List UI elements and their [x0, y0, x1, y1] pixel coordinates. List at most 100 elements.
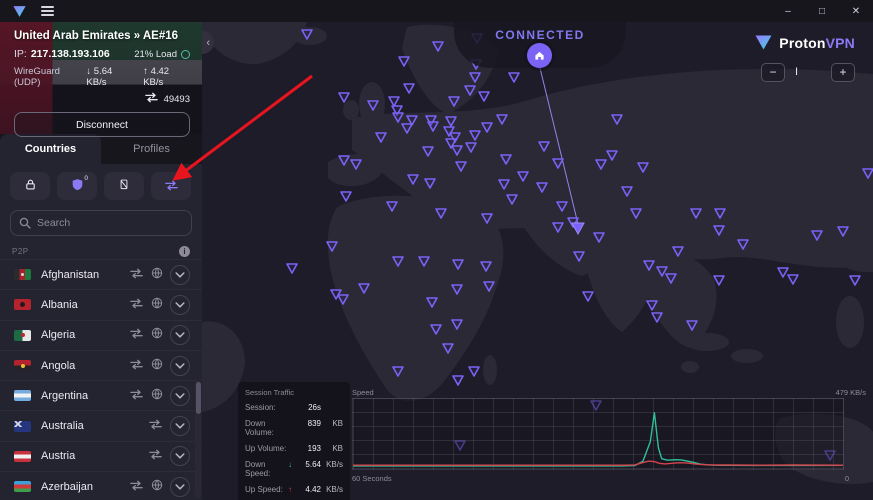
lock-icon	[24, 178, 37, 194]
session-traffic-title: Session Traffic	[245, 388, 343, 397]
tab-countries[interactable]: Countries	[0, 134, 101, 164]
home-icon	[534, 50, 545, 61]
speed-chart-max-label: 479 KB/s	[836, 388, 866, 397]
flag-icon-ar	[14, 390, 31, 401]
country-row-at[interactable]: Austria	[0, 441, 202, 471]
country-name: Australia	[41, 420, 84, 432]
country-name: Azerbaijan	[41, 481, 93, 493]
load-ring-icon	[181, 50, 190, 59]
kill-switch-button[interactable]	[104, 172, 144, 200]
session-stat-row: Session:26s	[245, 403, 343, 412]
countries-panel: 0 P2P i AfghanistanAlbaniaAlgeriaAngolaA…	[0, 164, 202, 500]
country-row-ao[interactable]: Angola	[0, 350, 202, 380]
ip-label: IP:	[14, 48, 27, 60]
p2p-icon	[129, 296, 144, 314]
expand-country-button[interactable]	[170, 477, 190, 497]
forwarded-port: 49493	[164, 94, 190, 105]
country-row-af[interactable]: Afghanistan	[0, 259, 202, 289]
session-stat-row: Down Speed:↓5.64KB/s	[245, 460, 343, 478]
app-logo-icon	[12, 5, 27, 18]
port-forwarding-button[interactable]	[151, 172, 191, 200]
expand-country-button[interactable]	[170, 325, 190, 345]
search-box[interactable]	[10, 210, 192, 236]
chevron-left-icon: ‹	[206, 37, 210, 49]
titlebar: – □ ✕	[0, 0, 873, 22]
country-name: Algeria	[41, 329, 75, 341]
info-icon[interactable]: i	[179, 246, 190, 257]
brand-vpn: VPN	[826, 35, 855, 51]
zoom-in-button[interactable]: +	[831, 63, 855, 82]
connection-card: United Arab Emirates » AE#16 IP: 217.138…	[0, 22, 202, 134]
download-speed-line	[353, 413, 843, 466]
zoom-out-button[interactable]: −	[761, 63, 785, 82]
sidebar: United Arab Emirates » AE#16 IP: 217.138…	[0, 22, 202, 500]
p2p-icon	[148, 447, 163, 465]
country-row-az[interactable]: Azerbaijan	[0, 471, 202, 500]
secure-core-button[interactable]	[10, 172, 50, 200]
session-stat-row: Up Volume:193KB	[245, 444, 343, 453]
search-input[interactable]	[37, 217, 167, 229]
scrollbar-track[interactable]	[195, 380, 201, 498]
globe-icon	[151, 326, 163, 344]
flag-icon-az	[14, 481, 31, 492]
flag-icon-at	[14, 451, 31, 462]
disconnect-button[interactable]: Disconnect	[14, 112, 190, 137]
p2p-icon	[129, 387, 144, 405]
flag-icon-al	[14, 299, 31, 310]
upload-speed-line	[353, 461, 843, 465]
expand-country-button[interactable]	[170, 416, 190, 436]
expand-country-button[interactable]	[170, 265, 190, 285]
world-map[interactable]: CONNECTED ‹ ProtonVPN − I + Session Traf…	[202, 22, 873, 500]
speed-chart	[352, 398, 844, 470]
home-location-marker[interactable]	[527, 43, 552, 68]
country-name: Argentina	[41, 390, 88, 402]
port-forwarding-arrows-icon	[144, 92, 159, 106]
upload-speed: ↑ 4.42 KB/s	[143, 66, 190, 88]
session-traffic-panel: Session Traffic Session:26s Down Volume:8…	[238, 382, 350, 500]
server-load: 21% Load	[134, 49, 190, 60]
globe-icon	[151, 478, 163, 496]
country-row-al[interactable]: Albania	[0, 289, 202, 319]
session-stat-row: Down Volume:839KB	[245, 419, 343, 437]
search-icon	[19, 217, 31, 229]
download-speed: ↓ 5.64 KB/s	[86, 66, 133, 88]
globe-icon	[151, 266, 163, 284]
globe-icon	[151, 387, 163, 405]
p2p-icon	[129, 266, 144, 284]
p2p-icon	[148, 417, 163, 435]
protonvpn-logo: ProtonVPN	[754, 34, 855, 51]
maximize-button[interactable]: □	[805, 0, 839, 22]
country-name: Angola	[41, 360, 75, 372]
flag-icon-dz	[14, 330, 31, 341]
zoom-slider-tick[interactable]: I	[785, 66, 831, 78]
port-forwarding-icon	[164, 179, 179, 194]
globe-icon	[151, 357, 163, 375]
hamburger-menu-icon[interactable]	[41, 6, 54, 16]
close-button[interactable]: ✕	[839, 0, 873, 22]
country-row-ar[interactable]: Argentina	[0, 380, 202, 410]
expand-country-button[interactable]	[170, 446, 190, 466]
quick-settings-row: 0	[0, 164, 202, 206]
netshield-button[interactable]: 0	[57, 172, 97, 200]
flag-icon-ao	[14, 360, 31, 371]
country-name: Austria	[41, 450, 75, 462]
flag-icon-af	[14, 269, 31, 280]
expand-country-button[interactable]	[170, 356, 190, 376]
section-label-p2p: P2P	[12, 247, 29, 256]
country-name: Albania	[41, 299, 78, 311]
brand-proton: Proton	[779, 35, 825, 51]
country-row-dz[interactable]: Algeria	[0, 320, 202, 350]
p2p-icon	[129, 357, 144, 375]
expand-country-button[interactable]	[170, 386, 190, 406]
expand-country-button[interactable]	[170, 295, 190, 315]
netshield-badge: 0	[84, 175, 88, 182]
scrollbar-thumb[interactable]	[196, 382, 201, 414]
country-list: Afghanistan Albania Algeria Angola Argentina…	[0, 259, 202, 500]
protonvpn-window: CONNECTED ‹ ProtonVPN − I + Session Traf…	[0, 0, 873, 500]
ip-address: 217.138.193.106	[31, 48, 110, 60]
globe-icon	[151, 296, 163, 314]
minimize-button[interactable]: –	[771, 0, 805, 22]
tab-profiles[interactable]: Profiles	[101, 134, 202, 164]
p2p-icon	[129, 478, 144, 496]
country-row-au[interactable]: Australia	[0, 410, 202, 440]
